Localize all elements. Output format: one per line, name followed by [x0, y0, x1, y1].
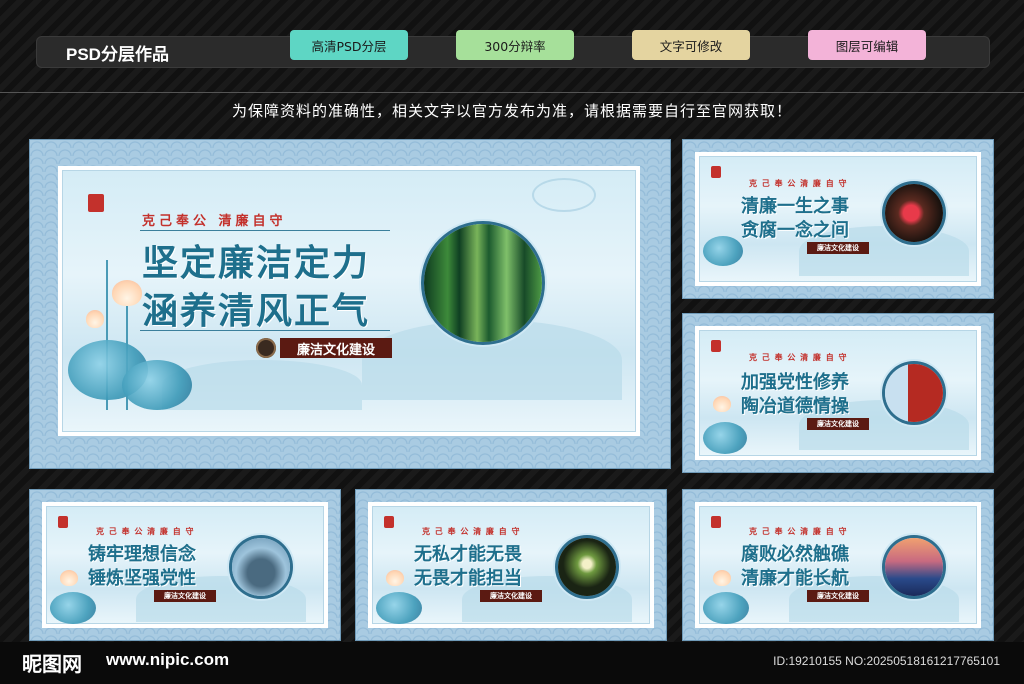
bronze-ding-image — [232, 538, 290, 596]
lotus-leaf-icon — [703, 236, 743, 266]
board-3[interactable]: 克 己 奉 公 清 廉 自 守 铸牢理想信念 锤炼坚强党性 廉洁文化建设 — [30, 490, 340, 640]
headline-line2: 清廉才能长航 — [741, 568, 849, 589]
headline-line1: 坚定廉洁定力 — [142, 242, 371, 284]
headline-line2: 涵养清风正气 — [142, 290, 371, 332]
headline-line2: 贪腐一念之间 — [741, 220, 849, 241]
slogan-small: 克 己 奉 公 清 廉 自 守 — [422, 527, 521, 536]
lotus-flower-icon — [713, 570, 731, 586]
headline-line2: 陶冶道德情操 — [741, 396, 849, 417]
headline-line1: 清廉一生之事 — [741, 196, 849, 217]
tag-psd-layers: 高清PSD分层 — [290, 30, 408, 60]
lotus-flower-icon — [713, 396, 731, 412]
plum-blossom-image — [885, 184, 943, 242]
board-inner: 克 己 奉 公 清 廉 自 守 无私才能无畏 无畏才能担当 廉洁文化建设 — [368, 502, 654, 628]
site-logo[interactable]: 昵图网 — [22, 648, 82, 677]
slogan-small: 克 己 奉 公 清 廉 自 守 — [749, 179, 848, 188]
slogan-divider — [140, 230, 390, 231]
lotus-leaf-icon — [50, 592, 96, 624]
board-inner: 克 己 奉 公 清 廉 自 守 加强党性修养 陶冶道德情操 廉洁文化建设 — [695, 326, 981, 460]
image-id: ID:19210155 NO:20250518161217765101 — [773, 654, 1000, 668]
board-5[interactable]: 克 己 奉 公 清 廉 自 守 腐败必然触礁 清廉才能长航 廉洁文化建设 — [683, 490, 993, 640]
board-art: 克 己 奉 公 清 廉 自 守 清廉一生之事 贪腐一念之间 廉洁文化建设 — [699, 156, 977, 282]
badge-culture: 廉洁文化建设 — [480, 590, 542, 602]
lotus-leaf-icon — [703, 592, 749, 624]
board-4[interactable]: 克 己 奉 公 清 廉 自 守 无私才能无畏 无畏才能担当 廉洁文化建设 — [356, 490, 666, 640]
badge-culture: 廉洁文化建设 — [154, 590, 216, 602]
seal-stamp — [711, 340, 721, 352]
header-title: PSD分层作品 — [66, 45, 169, 64]
board-art: 克己奉公 清廉自守 坚定廉洁定力 涵养清风正气 廉洁文化建设 — [62, 170, 636, 432]
header-divider — [0, 92, 1024, 93]
tag-resolution: 300分辩率 — [456, 30, 574, 60]
cloud-icon — [532, 178, 596, 212]
badge-culture: 廉洁文化建设 — [807, 590, 869, 602]
board-1[interactable]: 克 己 奉 公 清 廉 自 守 清廉一生之事 贪腐一念之间 廉洁文化建设 — [683, 140, 993, 298]
monument-image — [885, 364, 943, 422]
board-inner: 克己奉公 清廉自守 坚定廉洁定力 涵养清风正气 廉洁文化建设 — [58, 166, 640, 436]
headline-line1: 腐败必然触礁 — [741, 544, 849, 565]
board-art: 克 己 奉 公 清 廉 自 守 无私才能无畏 无畏才能担当 廉洁文化建设 — [372, 506, 650, 624]
main-board[interactable]: 克己奉公 清廉自守 坚定廉洁定力 涵养清风正气 廉洁文化建设 — [30, 140, 670, 468]
board-inner: 克 己 奉 公 清 廉 自 守 清廉一生之事 贪腐一念之间 廉洁文化建设 — [695, 152, 981, 286]
board-art: 克 己 奉 公 清 廉 自 守 加强党性修养 陶冶道德情操 廉洁文化建设 — [699, 330, 977, 456]
seal-stamp — [58, 516, 68, 528]
lotus-leaf-icon — [376, 592, 422, 624]
badge-culture: 廉洁文化建设 — [807, 418, 869, 430]
seal-stamp — [711, 516, 721, 528]
lotus-leaf-icon — [703, 422, 747, 454]
board-2[interactable]: 克 己 奉 公 清 廉 自 守 加强党性修养 陶冶道德情操 廉洁文化建设 — [683, 314, 993, 472]
seal-stamp — [88, 194, 104, 212]
slogan-small: 克 己 奉 公 清 廉 自 守 — [96, 527, 195, 536]
lotus-flower-icon — [60, 570, 78, 586]
headline-line1: 加强党性修养 — [741, 372, 849, 393]
headline-line2: 无畏才能担当 — [414, 568, 522, 589]
site-url[interactable]: www.nipic.com — [106, 650, 229, 670]
board-art: 克 己 奉 公 清 廉 自 守 铸牢理想信念 锤炼坚强党性 廉洁文化建设 — [46, 506, 324, 624]
sailing-ship-image — [885, 538, 943, 596]
headline-line2: 锤炼坚强党性 — [88, 568, 196, 589]
slogan-small: 克 己 奉 公 清 廉 自 守 — [749, 527, 848, 536]
badge-culture: 廉洁文化建设 — [280, 338, 392, 358]
badge-culture: 廉洁文化建设 — [807, 242, 869, 254]
headline-divider — [140, 330, 390, 331]
board-inner: 克 己 奉 公 清 廉 自 守 铸牢理想信念 锤炼坚强党性 廉洁文化建设 — [42, 502, 328, 628]
tag-editable-layers: 图层可编辑 — [808, 30, 926, 60]
board-art: 克 己 奉 公 清 廉 自 守 腐败必然触礁 清廉才能长航 廉洁文化建设 — [699, 506, 977, 624]
bamboo-image — [424, 224, 542, 342]
lotus-flower-icon — [386, 570, 404, 586]
mountain-shape — [162, 360, 362, 410]
notice-text: 为保障资料的准确性，相关文字以官方发布为准，请根据需要自行至官网获取！ — [231, 102, 792, 120]
board-inner: 克 己 奉 公 清 廉 自 守 腐败必然触礁 清廉才能长航 廉洁文化建设 — [695, 502, 981, 628]
slogan-small: 克己奉公 清廉自守 — [142, 214, 287, 229]
lotus-bud-icon — [86, 310, 104, 328]
seal-stamp — [711, 166, 721, 178]
orchid-image — [558, 538, 616, 596]
headline-line1: 铸牢理想信念 — [88, 544, 196, 565]
lotus-leaf-icon — [122, 360, 192, 410]
seal-stamp — [384, 516, 394, 528]
headline-line1: 无私才能无畏 — [414, 544, 522, 565]
slogan-small: 克 己 奉 公 清 廉 自 守 — [749, 353, 848, 362]
tag-editable-text: 文字可修改 — [632, 30, 750, 60]
lotus-flower-icon — [112, 280, 142, 306]
emblem-icon — [256, 338, 276, 358]
